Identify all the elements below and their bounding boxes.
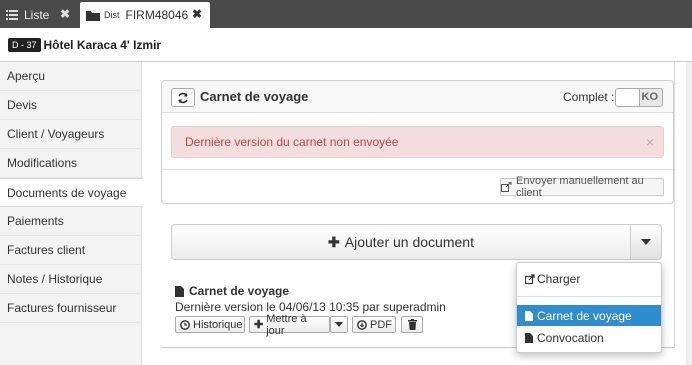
history-button[interactable]: Historique [175, 316, 245, 333]
panel-title: Carnet de voyage [200, 89, 309, 104]
document-title: Carnet de voyage [175, 284, 289, 298]
delete-button[interactable] [401, 316, 423, 333]
refresh-button[interactable] [171, 88, 195, 107]
send-manually-label: Envoyer manuellement au client [516, 175, 644, 199]
carnet-panel: Carnet de voyage Complet : KO Dernière v… [161, 80, 674, 204]
tab-firm-prefix: Dist [104, 10, 120, 20]
file-icon [175, 285, 184, 297]
menu-item-carnet-de-voyage[interactable]: Carnet de voyage [517, 305, 661, 326]
sidebar-item-client-voyageurs[interactable]: Client / Voyageurs [0, 120, 142, 149]
plus-icon: ✚ [254, 319, 264, 331]
sidebar-item-paiements[interactable]: Paiements [0, 207, 142, 236]
alert-message: Dernière version du carnet non envoyée × [171, 126, 664, 158]
add-document-button[interactable]: ✚ Ajouter un document [171, 224, 631, 260]
tab-bar: Liste ✖ Dist FIRM48046 ✖ [0, 0, 692, 28]
dossier-badge: D - 37 [8, 37, 41, 52]
update-dropdown-toggle[interactable] [330, 316, 348, 333]
dossier-header: D - 37 Hôtel Karaca 4' Izmir [0, 28, 692, 62]
menu-item-charger[interactable]: Charger [517, 268, 661, 289]
toggle-knob [616, 89, 640, 106]
hotel-title: Hôtel Karaca 4' Izmir [43, 37, 162, 52]
update-button[interactable]: ✚ Mettre à jour [249, 313, 330, 337]
folder-icon [86, 10, 100, 21]
menu-item-convocation[interactable]: Convocation [517, 327, 661, 348]
divider [162, 169, 673, 170]
download-icon [357, 319, 367, 330]
file-icon [525, 332, 533, 343]
menu-item-label: Convocation [537, 330, 604, 345]
refresh-icon [177, 92, 189, 104]
content-border [674, 62, 675, 348]
menu-item-label: Carnet de voyage [537, 308, 632, 323]
toggle-state: KO [641, 91, 659, 103]
pdf-button[interactable]: PDF [352, 316, 396, 333]
tab-firm[interactable]: Dist FIRM48046 ✖ [80, 2, 210, 28]
update-label: Mettre à jour [266, 312, 307, 337]
tab-firm-label: FIRM48046 [125, 8, 189, 22]
complet-toggle[interactable]: KO [615, 88, 663, 107]
upload-icon [525, 273, 535, 284]
tab-liste-label: Liste [24, 8, 50, 22]
caret-down-icon [641, 239, 651, 245]
add-document-label: Ajouter un document [344, 234, 474, 250]
pdf-label: PDF [370, 318, 392, 331]
close-icon[interactable]: ✖ [192, 7, 202, 21]
document-title-text: Carnet de voyage [189, 284, 290, 298]
sidebar-item-devis[interactable]: Devis [0, 91, 142, 120]
caret-down-icon [335, 322, 343, 327]
alert-text: Dernière version du carnet non envoyée [185, 135, 399, 149]
tab-liste[interactable]: Liste ✖ [0, 2, 78, 28]
add-document-menu: Charger Carnet de voyage Convocation [516, 262, 662, 353]
panel-header: Carnet de voyage Complet : KO [162, 81, 673, 113]
add-document-dropdown-toggle[interactable] [631, 224, 662, 260]
share-icon [501, 182, 512, 192]
sidebar-item-factures-client[interactable]: Factures client [0, 236, 142, 265]
close-icon[interactable]: ✖ [60, 7, 70, 21]
send-manually-button[interactable]: Envoyer manuellement au client [500, 175, 664, 199]
complet-label: Complet : [563, 90, 615, 104]
sidebar-item-factures-fournisseur[interactable]: Factures fournisseur [0, 294, 142, 323]
sidebar: Aperçu Devis Client / Voyageurs Modifica… [0, 62, 143, 365]
divider [517, 296, 661, 297]
list-icon [6, 10, 18, 20]
sidebar-item-notes-historique[interactable]: Notes / Historique [0, 265, 142, 294]
plus-icon: ✚ [328, 233, 340, 250]
sidebar-item-apercu[interactable]: Aperçu [0, 62, 142, 91]
history-label: Historique [193, 318, 243, 331]
scrollbar[interactable] [686, 62, 692, 365]
menu-item-label: Charger [537, 271, 581, 286]
trash-icon [407, 319, 417, 330]
close-icon[interactable]: × [646, 134, 654, 150]
sidebar-item-modifications[interactable]: Modifications [0, 149, 142, 178]
clock-icon [180, 319, 190, 330]
sidebar-item-documents-de-voyage[interactable]: Documents de voyage [0, 178, 143, 207]
file-icon [525, 310, 533, 321]
